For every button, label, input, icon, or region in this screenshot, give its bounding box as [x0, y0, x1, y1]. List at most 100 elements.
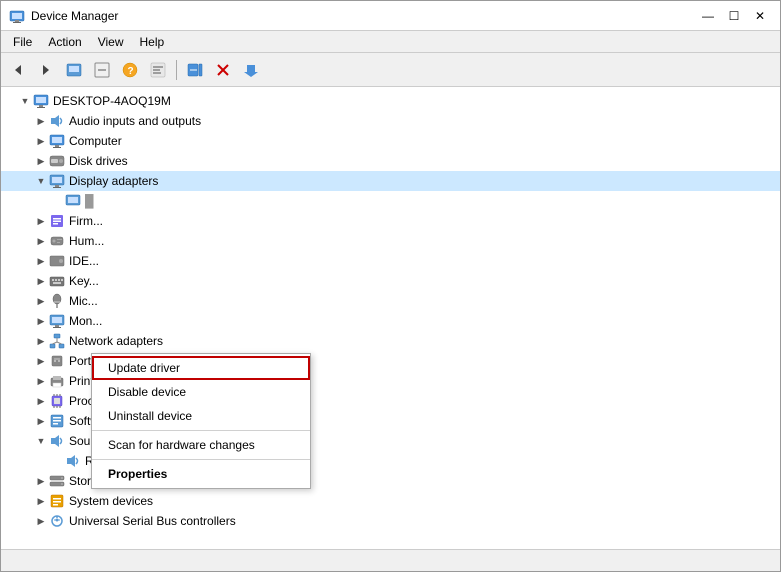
ide-icon [49, 253, 65, 269]
mic-label: Mic... [69, 294, 98, 308]
toolbar-download[interactable] [238, 57, 264, 83]
tree-item-computer[interactable]: ▶ Computer [1, 131, 780, 151]
toolbar-delete[interactable] [210, 57, 236, 83]
storage-icon [49, 473, 65, 489]
expand-firm[interactable]: ▶ [33, 213, 49, 229]
svg-text:?: ? [128, 66, 134, 77]
tree-item-mon[interactable]: ▶ Mon... [1, 311, 780, 331]
expand-print[interactable]: ▶ [33, 373, 49, 389]
ctx-update-driver[interactable]: Update driver [92, 356, 310, 380]
maximize-button[interactable]: ☐ [722, 4, 746, 28]
print-icon [49, 373, 65, 389]
tree-item-key[interactable]: ▶ Key... [1, 271, 780, 291]
toolbar: ? [1, 53, 780, 87]
root-icon [33, 93, 49, 109]
menu-help[interactable]: Help [132, 33, 173, 51]
ctx-sep-2 [92, 459, 310, 460]
software-icon [49, 413, 65, 429]
toolbar-properties[interactable] [145, 57, 171, 83]
processors-icon [49, 393, 65, 409]
tree-item-hum[interactable]: ▶ Hum... [1, 231, 780, 251]
expand-system[interactable]: ▶ [33, 493, 49, 509]
expand-root[interactable]: ▼ [17, 93, 33, 109]
hum-icon [49, 233, 65, 249]
toolbar-scan[interactable] [182, 57, 208, 83]
expand-hum[interactable]: ▶ [33, 233, 49, 249]
tree-panel[interactable]: ▼ DESKTOP-4AOQ19M ▶ [1, 87, 780, 549]
expand-sound[interactable]: ▼ [33, 433, 49, 449]
close-button[interactable]: ✕ [748, 4, 772, 28]
expand-disk[interactable]: ▶ [33, 153, 49, 169]
tree-item-usb[interactable]: ▶ Universal Serial Bus controllers [1, 511, 780, 531]
expand-ports[interactable]: ▶ [33, 353, 49, 369]
ctx-sep-1 [92, 430, 310, 431]
minimize-button[interactable]: — [696, 4, 720, 28]
ctx-scan-hardware[interactable]: Scan for hardware changes [92, 433, 310, 457]
toolbar-collapse[interactable] [89, 57, 115, 83]
ports-icon [49, 353, 65, 369]
device-manager-window: Device Manager — ☐ ✕ File Action View He… [0, 0, 781, 572]
menu-view[interactable]: View [90, 33, 132, 51]
tree-item-system[interactable]: ▶ System devices [1, 491, 780, 511]
display-child-icon [65, 193, 81, 209]
toolbar-forward[interactable] [33, 57, 59, 83]
disk-icon [49, 153, 65, 169]
expand-mic[interactable]: ▶ [33, 293, 49, 309]
key-icon [49, 273, 65, 289]
tree-item-firm[interactable]: ▶ Firm... [1, 211, 780, 231]
realtek-icon [65, 453, 81, 469]
display-icon [49, 173, 65, 189]
audio-label: Audio inputs and outputs [69, 114, 201, 128]
expand-audio[interactable]: ▶ [33, 113, 49, 129]
expand-software[interactable]: ▶ [33, 413, 49, 429]
firm-label: Firm... [69, 214, 103, 228]
expand-ide[interactable]: ▶ [33, 253, 49, 269]
mic-icon [49, 293, 65, 309]
tree-item-display[interactable]: ▼ Display adapters [1, 171, 780, 191]
audio-icon [49, 113, 65, 129]
tree-item-mic[interactable]: ▶ Mic... [1, 291, 780, 311]
root-label: DESKTOP-4AOQ19M [53, 94, 171, 108]
menu-file[interactable]: File [5, 33, 40, 51]
display-label: Display adapters [69, 174, 158, 188]
mon-icon [49, 313, 65, 329]
sound-icon [49, 433, 65, 449]
usb-label: Universal Serial Bus controllers [69, 514, 236, 528]
computer-icon [49, 133, 65, 149]
tree-item-disk[interactable]: ▶ Disk drives [1, 151, 780, 171]
tree-item-display-child[interactable]: █ Update driver Disable device Uninstall… [1, 191, 780, 211]
title-bar: Device Manager — ☐ ✕ [1, 1, 780, 31]
tree-item-network[interactable]: ▶ Network adapters [1, 331, 780, 351]
expand-storage[interactable]: ▶ [33, 473, 49, 489]
toolbar-menu[interactable] [61, 57, 87, 83]
computer-label: Computer [69, 134, 122, 148]
toolbar-back[interactable] [5, 57, 31, 83]
menu-bar: File Action View Help [1, 31, 780, 53]
tree-item-audio[interactable]: ▶ Audio inputs and outputs [1, 111, 780, 131]
display-child-label: █ [85, 194, 94, 208]
ctx-properties[interactable]: Properties [92, 462, 310, 486]
status-bar [1, 549, 780, 571]
tree-item-ide[interactable]: ▶ IDE... [1, 251, 780, 271]
key-label: Key... [69, 274, 99, 288]
expand-processors[interactable]: ▶ [33, 393, 49, 409]
disk-label: Disk drives [69, 154, 128, 168]
window-title: Device Manager [31, 9, 118, 23]
context-menu: Update driver Disable device Uninstall d… [91, 353, 311, 489]
network-label: Network adapters [69, 334, 163, 348]
expand-network[interactable]: ▶ [33, 333, 49, 349]
expand-usb[interactable]: ▶ [33, 513, 49, 529]
expand-mon[interactable]: ▶ [33, 313, 49, 329]
menu-action[interactable]: Action [40, 33, 89, 51]
expand-display[interactable]: ▼ [33, 173, 49, 189]
tree-root[interactable]: ▼ DESKTOP-4AOQ19M [1, 91, 780, 111]
expand-key[interactable]: ▶ [33, 273, 49, 289]
firm-icon [49, 213, 65, 229]
toolbar-help[interactable]: ? [117, 57, 143, 83]
app-icon [9, 8, 25, 24]
ctx-uninstall-device[interactable]: Uninstall device [92, 404, 310, 428]
network-icon [49, 333, 65, 349]
usb-icon [49, 513, 65, 529]
expand-computer[interactable]: ▶ [33, 133, 49, 149]
ctx-disable-device[interactable]: Disable device [92, 380, 310, 404]
